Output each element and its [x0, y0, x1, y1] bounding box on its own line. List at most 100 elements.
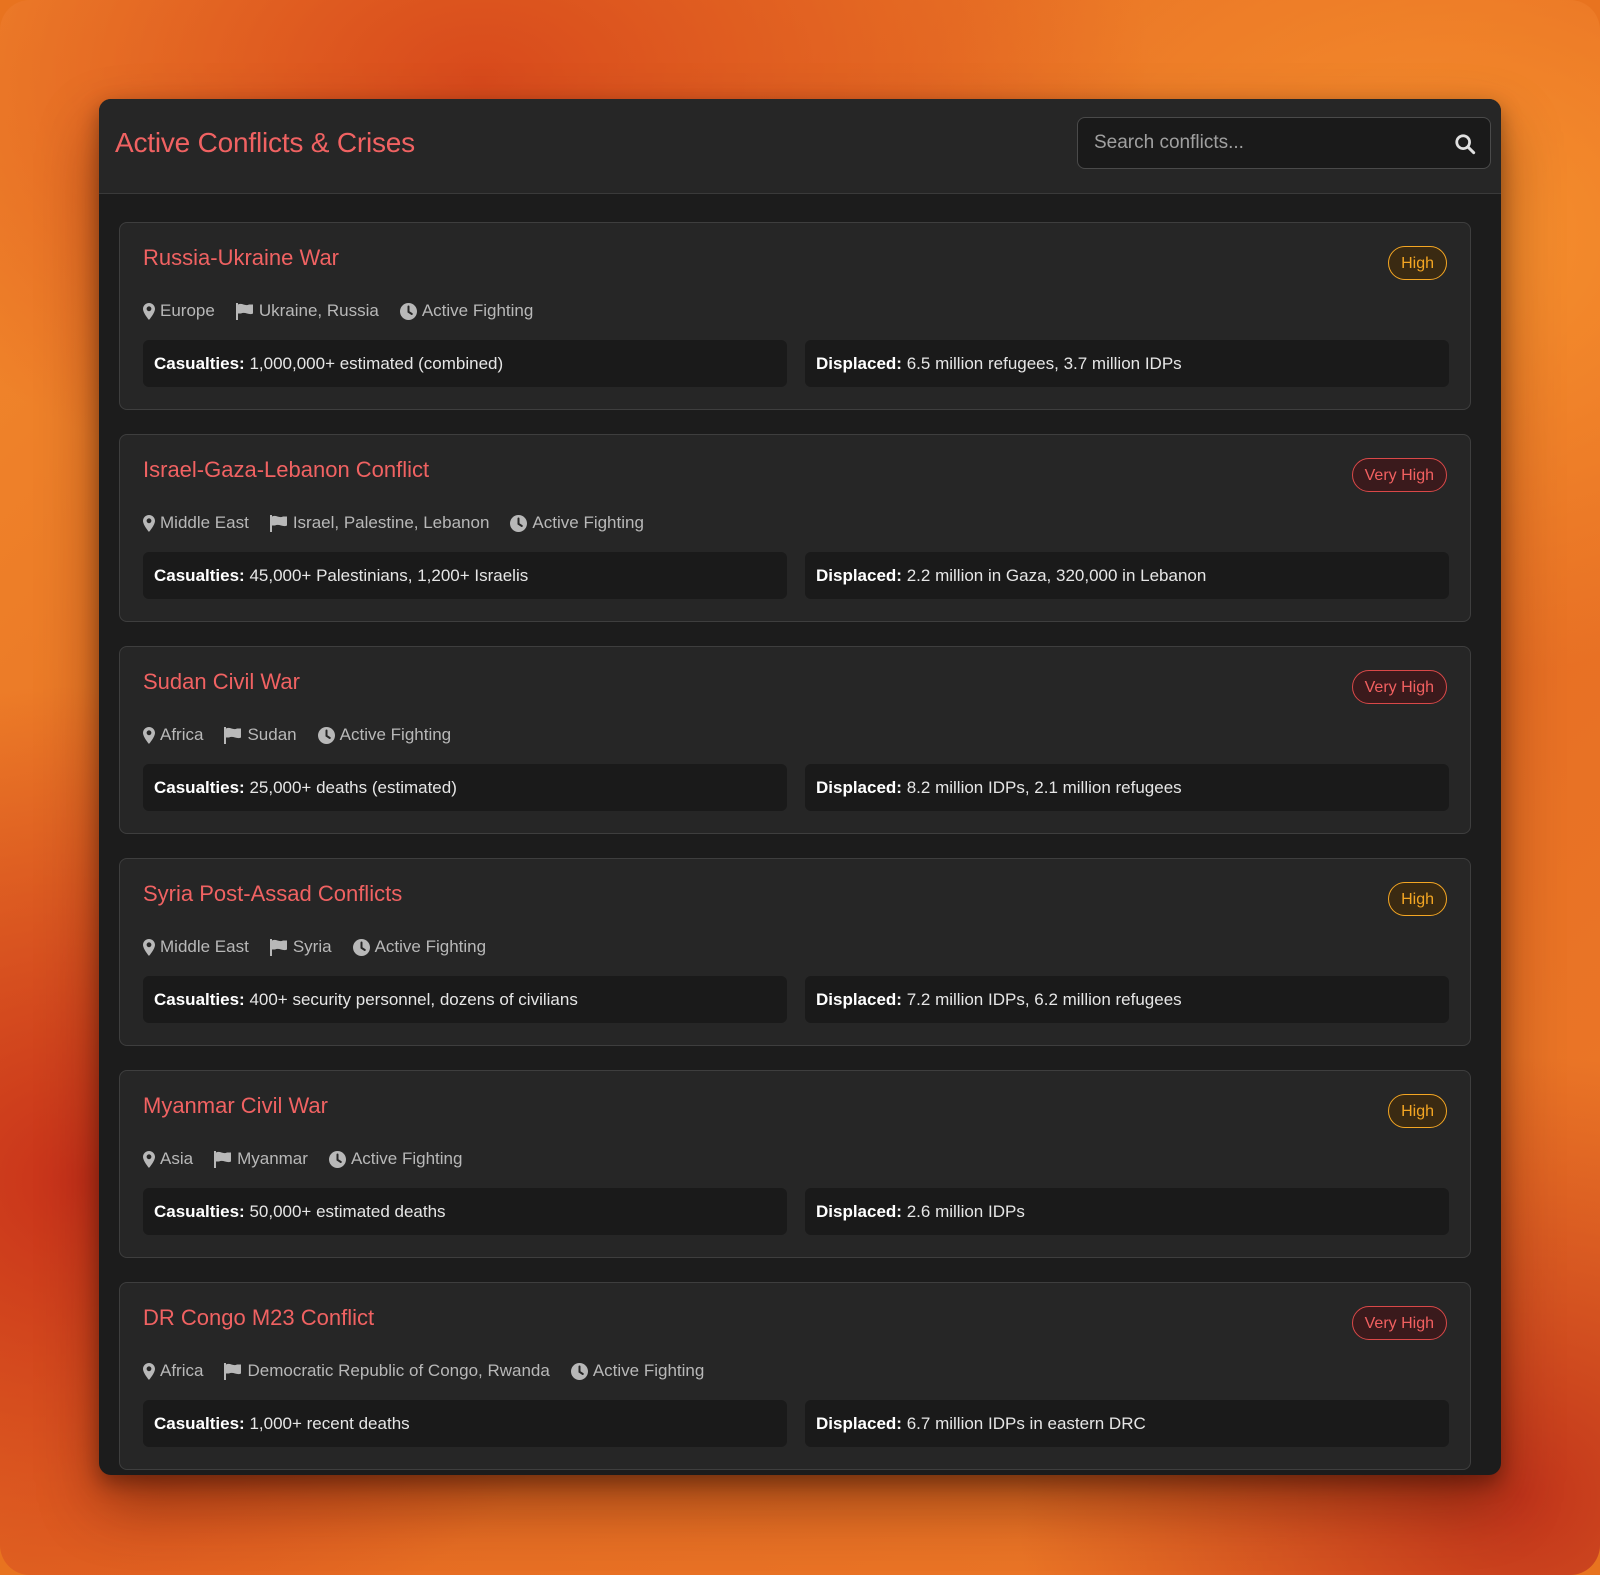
conflict-stats: Casualties: 1,000,000+ estimated (combin…	[143, 340, 1449, 387]
conflict-stats: Casualties: 45,000+ Palestinians, 1,200+…	[143, 552, 1449, 599]
displaced-value: 6.7 million IDPs in eastern DRC	[906, 1414, 1146, 1433]
severity-badge: Very High	[1351, 670, 1447, 704]
region-label: Asia	[160, 1149, 194, 1168]
casualties-box: Casualties: 400+ security personnel, doz…	[143, 976, 787, 1023]
region-label: Africa	[160, 1361, 204, 1380]
status-label: Active Fighting	[374, 937, 487, 956]
displaced-box: Displaced: 6.7 million IDPs in eastern D…	[805, 1400, 1449, 1447]
parties-label: Democratic Republic of Congo, Rwanda	[247, 1361, 550, 1380]
casualties-box: Casualties: 45,000+ Palestinians, 1,200+…	[143, 552, 787, 599]
conflict-card[interactable]: Syria Post-Assad Conflicts High Middle E…	[119, 858, 1471, 1046]
map-pin-icon	[143, 1362, 155, 1380]
region-label: Middle East	[160, 937, 249, 956]
displaced-box: Displaced: 7.2 million IDPs, 6.2 million…	[805, 976, 1449, 1023]
casualties-label: Casualties:	[154, 566, 245, 585]
conflict-title[interactable]: Sudan Civil War	[143, 669, 300, 695]
flag-icon	[235, 302, 253, 320]
conflict-card[interactable]: Sudan Civil War Very High Africa Sudan A…	[119, 646, 1471, 834]
region: Africa	[143, 1361, 203, 1381]
displaced-label: Displaced:	[816, 1202, 902, 1221]
displaced-label: Displaced:	[816, 566, 902, 585]
search-input[interactable]	[1078, 118, 1470, 168]
casualties-box: Casualties: 1,000+ recent deaths	[143, 1400, 787, 1447]
casualties-label: Casualties:	[154, 990, 245, 1009]
conflict-title[interactable]: Myanmar Civil War	[143, 1093, 328, 1119]
map-pin-icon	[143, 938, 155, 956]
conflict-card[interactable]: DR Congo M23 Conflict Very High Africa D…	[119, 1282, 1471, 1470]
clock-icon	[570, 1362, 588, 1380]
clock-icon	[317, 726, 335, 744]
search-box[interactable]	[1077, 117, 1491, 169]
map-pin-icon	[143, 514, 155, 532]
displaced-box: Displaced: 2.6 million IDPs	[805, 1188, 1449, 1235]
casualties-label: Casualties:	[154, 778, 245, 797]
parties: Sudan	[224, 725, 297, 745]
severity-badge: Very High	[1351, 1306, 1447, 1340]
map-pin-icon	[143, 726, 155, 744]
casualties-value: 25,000+ deaths (estimated)	[249, 778, 457, 797]
clock-icon	[399, 302, 417, 320]
conflict-title[interactable]: Syria Post-Assad Conflicts	[143, 881, 402, 907]
casualties-label: Casualties:	[154, 1202, 245, 1221]
conflict-stats: Casualties: 50,000+ estimated deaths Dis…	[143, 1188, 1449, 1235]
severity-badge: Very High	[1351, 458, 1447, 492]
region: Middle East	[143, 513, 249, 533]
casualties-value: 1,000,000+ estimated (combined)	[249, 354, 504, 373]
parties: Israel, Palestine, Lebanon	[269, 513, 489, 533]
displaced-label: Displaced:	[816, 354, 902, 373]
casualties-value: 45,000+ Palestinians, 1,200+ Israelis	[249, 566, 529, 585]
status-label: Active Fighting	[339, 725, 452, 744]
status-label: Active Fighting	[592, 1361, 705, 1380]
map-pin-icon	[143, 1150, 155, 1168]
displaced-value: 6.5 million refugees, 3.7 million IDPs	[906, 354, 1182, 373]
displaced-value: 2.2 million in Gaza, 320,000 in Lebanon	[906, 566, 1207, 585]
region-label: Middle East	[160, 513, 249, 532]
parties-label: Ukraine, Russia	[258, 301, 379, 320]
region: Asia	[143, 1149, 193, 1169]
parties-label: Sudan	[247, 725, 297, 744]
app-window: Active Conflicts & Crises Russia-Ukraine…	[99, 99, 1501, 1475]
conflict-stats: Casualties: 1,000+ recent deaths Displac…	[143, 1400, 1449, 1447]
status-label: Active Fighting	[532, 513, 644, 532]
conflict-meta: Africa Democratic Republic of Congo, Rwa…	[143, 1361, 725, 1381]
flag-icon	[269, 938, 287, 956]
casualties-value: 400+ security personnel, dozens of civil…	[249, 990, 578, 1009]
conflict-list: Russia-Ukraine War High Europe Ukraine, …	[119, 222, 1471, 1475]
casualties-value: 1,000+ recent deaths	[249, 1414, 410, 1433]
status: Active Fighting	[352, 937, 487, 957]
search-icon[interactable]	[1454, 133, 1476, 155]
parties: Democratic Republic of Congo, Rwanda	[224, 1361, 550, 1381]
flag-icon	[269, 514, 287, 532]
page-title: Active Conflicts & Crises	[115, 127, 415, 158]
conflict-stats: Casualties: 25,000+ deaths (estimated) D…	[143, 764, 1449, 811]
displaced-label: Displaced:	[816, 1414, 902, 1433]
conflict-title[interactable]: Israel-Gaza-Lebanon Conflict	[143, 457, 429, 483]
severity-badge: High	[1388, 882, 1447, 916]
region: Africa	[143, 725, 203, 745]
status: Active Fighting	[399, 301, 534, 321]
status: Active Fighting	[328, 1149, 462, 1169]
region: Middle East	[143, 937, 249, 957]
conflict-stats: Casualties: 400+ security personnel, doz…	[143, 976, 1449, 1023]
conflict-card[interactable]: Russia-Ukraine War High Europe Ukraine, …	[119, 222, 1471, 410]
conflict-card[interactable]: Israel-Gaza-Lebanon Conflict Very High M…	[119, 434, 1471, 622]
conflict-title[interactable]: DR Congo M23 Conflict	[143, 1305, 374, 1331]
displaced-box: Displaced: 8.2 million IDPs, 2.1 million…	[805, 764, 1449, 811]
header: Active Conflicts & Crises	[99, 99, 1501, 194]
casualties-box: Casualties: 1,000,000+ estimated (combin…	[143, 340, 787, 387]
conflict-card[interactable]: Myanmar Civil War High Asia Myanmar Acti…	[119, 1070, 1471, 1258]
displaced-label: Displaced:	[816, 990, 902, 1009]
status: Active Fighting	[510, 513, 644, 533]
conflict-title[interactable]: Russia-Ukraine War	[143, 245, 339, 271]
conflict-meta: Africa Sudan Active Fighting	[143, 725, 472, 745]
casualties-box: Casualties: 25,000+ deaths (estimated)	[143, 764, 787, 811]
casualties-box: Casualties: 50,000+ estimated deaths	[143, 1188, 787, 1235]
status-label: Active Fighting	[421, 301, 534, 320]
displaced-label: Displaced:	[816, 778, 902, 797]
region-label: Europe	[160, 301, 215, 320]
flag-icon	[224, 726, 242, 744]
status: Active Fighting	[570, 1361, 705, 1381]
status: Active Fighting	[317, 725, 452, 745]
severity-badge: High	[1388, 1094, 1447, 1128]
clock-icon	[352, 938, 370, 956]
